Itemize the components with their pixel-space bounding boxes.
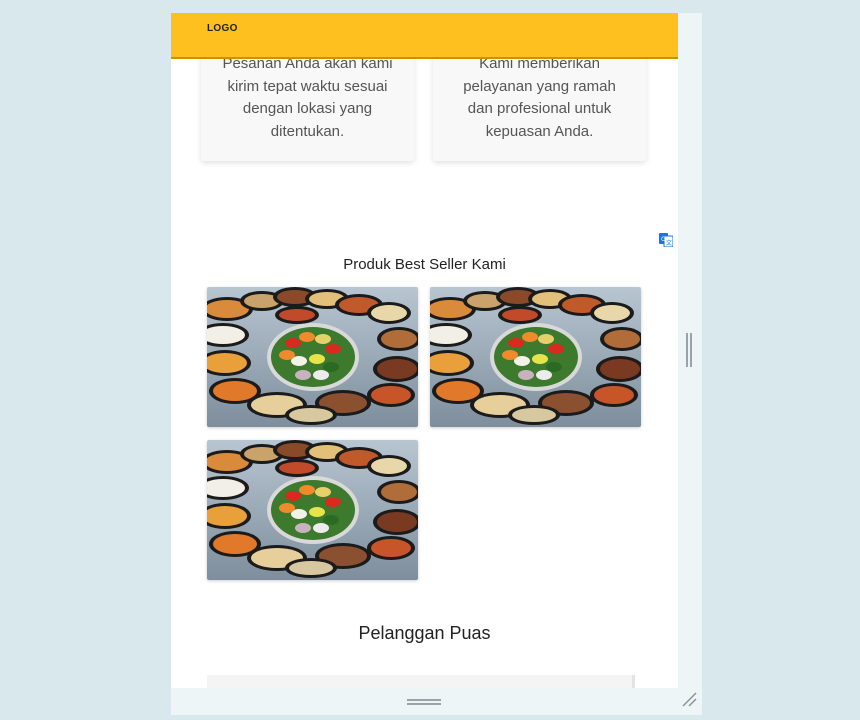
bottom-resize-bar[interactable] (171, 688, 702, 715)
horizontal-handle-icon[interactable] (407, 699, 441, 705)
product-image[interactable] (207, 440, 418, 580)
navbar: LOGO (171, 13, 678, 59)
testimonials-title: Pelanggan Puas (358, 623, 491, 643)
feature-text: Kami memberikan pelayanan yang ramah dan… (463, 55, 616, 140)
svg-text:文: 文 (666, 239, 672, 247)
page-viewport[interactable]: LOGO Pesanan Anda akan kami kirim tepat … (171, 13, 678, 688)
testimonial-card (207, 675, 635, 688)
device-frame: LOGO Pesanan Anda akan kami kirim tepat … (171, 13, 702, 715)
logo[interactable]: LOGO (207, 23, 238, 34)
drag-handle-icon[interactable] (685, 333, 693, 367)
translate-icon[interactable]: G 文 (659, 233, 673, 247)
resize-grip-icon[interactable] (681, 691, 697, 707)
best-seller-title: Produk Best Seller Kami (343, 256, 506, 273)
product-image[interactable] (430, 287, 641, 427)
product-image[interactable] (207, 287, 418, 427)
feature-text: Pesanan Anda akan kami kirim tepat waktu… (222, 55, 393, 140)
